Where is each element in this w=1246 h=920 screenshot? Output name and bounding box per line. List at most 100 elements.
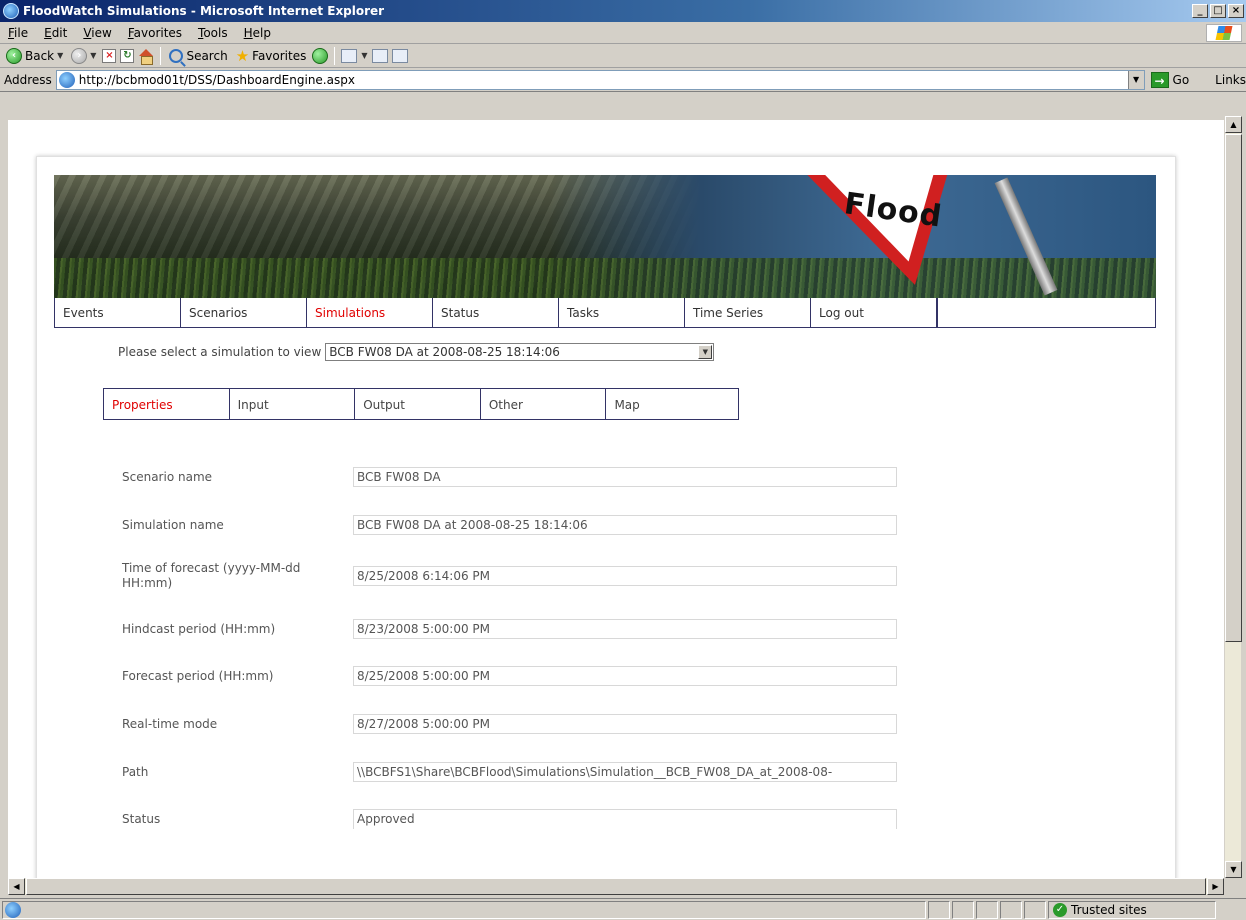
scroll-down-icon[interactable]: ▼	[1225, 861, 1242, 878]
nav-scenarios[interactable]: Scenarios	[181, 298, 307, 327]
mail-icon[interactable]	[341, 48, 358, 63]
hindcast-period-field[interactable]: 8/23/2008 5:00:00 PM	[353, 619, 897, 639]
status-message-pane	[2, 900, 926, 919]
simulation-select-row: Please select a simulation to view BCB F…	[118, 343, 715, 361]
home-icon[interactable]	[138, 48, 154, 65]
frame-border	[0, 92, 8, 878]
page-status-icon	[5, 901, 21, 918]
simulation-name-label: Simulation name	[122, 518, 224, 532]
maximize-button[interactable]: □	[1210, 4, 1226, 18]
close-button[interactable]: ×	[1228, 4, 1244, 18]
scenario-name-field[interactable]: BCB FW08 DA	[353, 467, 897, 487]
menu-bar: File Edit View Favorites Tools Help	[0, 22, 1246, 44]
back-dropdown-icon[interactable]: ▼	[57, 51, 63, 60]
forward-dropdown-icon[interactable]: ▼	[90, 51, 96, 60]
tab-properties[interactable]: Properties	[104, 389, 230, 419]
flood-banner-image: Flood	[54, 175, 1156, 298]
window-titlebar: FloodWatch Simulations - Microsoft Inter…	[0, 0, 1246, 22]
ie-icon	[3, 3, 19, 19]
nav-tasks[interactable]: Tasks	[559, 298, 685, 327]
edit-page-icon[interactable]	[391, 48, 408, 63]
simulation-select[interactable]: BCB FW08 DA at 2008-08-25 18:14:06 ▼	[325, 343, 715, 361]
status-field[interactable]: Approved	[353, 809, 897, 829]
time-of-forecast-label: Time of forecast (yyyy-MM-dd HH:mm)	[122, 561, 301, 590]
scroll-left-icon[interactable]: ◀	[8, 878, 25, 895]
window-title: FloodWatch Simulations - Microsoft Inter…	[23, 4, 385, 18]
security-zone[interactable]: ✓ Trusted sites	[1048, 900, 1216, 919]
page-icon	[58, 71, 75, 88]
simulation-name-field[interactable]: BCB FW08 DA at 2008-08-25 18:14:06	[353, 515, 897, 535]
nav-log-out[interactable]: Log out	[811, 298, 937, 327]
links-button[interactable]: Links	[1215, 73, 1246, 87]
refresh-icon[interactable]: ↻	[120, 48, 135, 63]
vertical-scrollbar[interactable]: ▲ ▼	[1224, 116, 1242, 878]
vertical-scroll-thumb[interactable]	[1225, 134, 1242, 642]
favorites-button[interactable]: ★ Favorites	[234, 46, 309, 65]
main-nav: Events Scenarios Simulations Status Task…	[54, 298, 1156, 328]
menu-tools[interactable]: Tools	[190, 26, 236, 40]
go-label: Go	[1172, 72, 1190, 87]
security-zone-label: Trusted sites	[1071, 902, 1147, 917]
back-button[interactable]: ‹ Back ▼	[4, 47, 65, 64]
forecast-period-field[interactable]: 8/25/2008 5:00:00 PM	[353, 666, 897, 686]
nav-events[interactable]: Events	[55, 298, 181, 327]
toolbar-separator	[160, 46, 162, 65]
media-icon[interactable]	[312, 47, 329, 64]
print-icon[interactable]	[371, 48, 388, 63]
simulation-tabs: Properties Input Output Other Map	[103, 388, 739, 420]
menu-view[interactable]: View	[75, 26, 119, 40]
search-label: Search	[186, 48, 228, 63]
scroll-up-icon[interactable]: ▲	[1225, 116, 1242, 133]
real-time-mode-label: Real-time mode	[122, 717, 218, 731]
star-icon: ★	[235, 46, 250, 65]
status-pane	[1024, 900, 1046, 919]
search-button[interactable]: Search	[167, 48, 229, 63]
scroll-right-icon[interactable]: ▶	[1207, 878, 1224, 895]
windows-logo-icon	[1206, 24, 1242, 42]
menu-edit[interactable]: Edit	[36, 26, 75, 40]
tab-map[interactable]: Map	[606, 389, 738, 419]
standard-toolbar: ‹ Back ▼ › ▼ × ↻ Search ★ Favorites ▼	[0, 44, 1246, 68]
path-label: Path	[122, 765, 149, 779]
status-pane	[1000, 900, 1022, 919]
forward-arrow-icon: ›	[71, 47, 88, 64]
time-of-forecast-field[interactable]: 8/25/2008 6:14:06 PM	[353, 566, 897, 586]
search-icon	[169, 48, 184, 63]
address-input[interactable]: http://bcbmod01t/DSS/DashboardEngine.asp…	[55, 69, 1145, 90]
status-label: Status	[122, 812, 161, 826]
stop-icon[interactable]: ×	[102, 48, 117, 63]
address-dropdown-icon[interactable]: ▼	[1127, 70, 1144, 89]
viewport-top-strip	[8, 116, 1224, 120]
menu-favorites[interactable]: Favorites	[120, 26, 190, 40]
path-field[interactable]: \\BCBFS1\Share\BCBFlood\Simulations\Simu…	[353, 762, 897, 782]
address-url: http://bcbmod01t/DSS/DashboardEngine.asp…	[78, 72, 355, 87]
chevron-down-icon[interactable]: ▼	[698, 345, 713, 359]
go-arrow-icon: →	[1150, 71, 1169, 88]
nav-time-series[interactable]: Time Series	[685, 298, 811, 327]
forward-button[interactable]: › ▼	[69, 47, 98, 64]
status-pane	[952, 900, 974, 919]
go-button[interactable]: → Go	[1150, 71, 1190, 88]
favorites-label: Favorites	[252, 48, 307, 63]
tab-other[interactable]: Other	[481, 389, 607, 419]
real-time-mode-field[interactable]: 8/27/2008 5:00:00 PM	[353, 714, 897, 734]
nav-status[interactable]: Status	[433, 298, 559, 327]
status-pane	[976, 900, 998, 919]
back-label: Back	[25, 48, 55, 63]
back-arrow-icon: ‹	[6, 47, 22, 64]
check-icon: ✓	[1053, 902, 1067, 917]
hindcast-period-label: Hindcast period (HH:mm)	[122, 622, 276, 636]
horizontal-scrollbar[interactable]: ◀ ▶	[8, 878, 1224, 895]
tab-input[interactable]: Input	[230, 389, 356, 419]
simulation-selected-value: BCB FW08 DA at 2008-08-25 18:14:06	[329, 345, 560, 359]
mail-dropdown-icon[interactable]: ▼	[361, 51, 367, 60]
status-pane	[928, 900, 950, 919]
forecast-period-label: Forecast period (HH:mm)	[122, 669, 274, 683]
tab-output[interactable]: Output	[355, 389, 481, 419]
simulation-select-label: Please select a simulation to view	[118, 345, 322, 359]
minimize-button[interactable]: _	[1192, 4, 1208, 18]
menu-help[interactable]: Help	[236, 26, 279, 40]
horizontal-scroll-thumb[interactable]	[26, 878, 1206, 895]
nav-simulations[interactable]: Simulations	[307, 298, 433, 327]
menu-file[interactable]: File	[0, 26, 36, 40]
